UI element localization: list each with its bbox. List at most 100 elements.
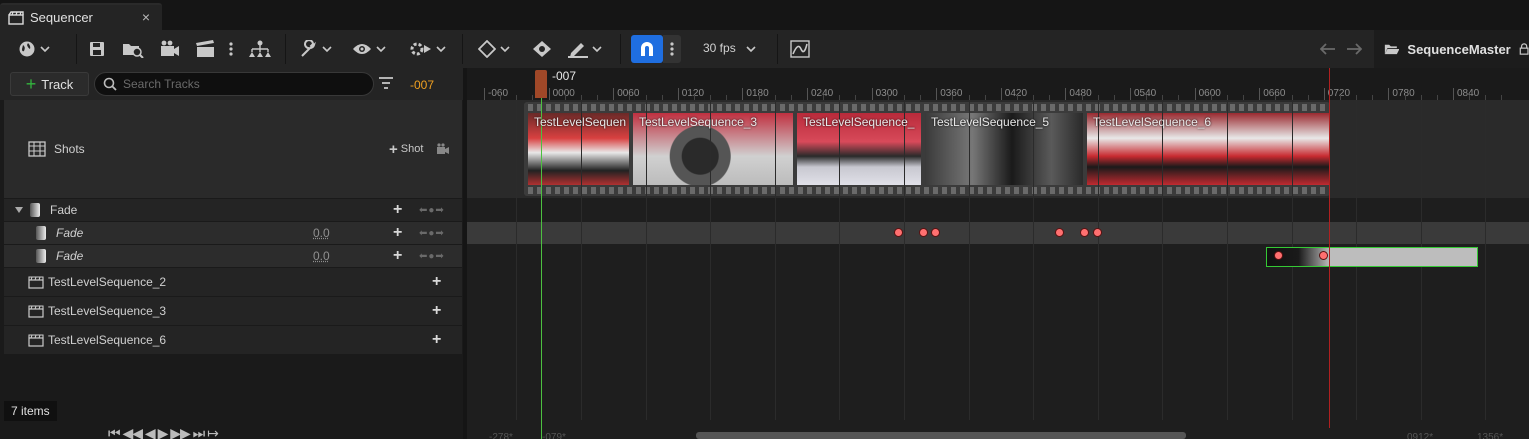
time-ruler[interactable]: -060 0000 0060 0120 0180 0240 0300 0360 0420 0480… [467, 68, 1529, 100]
clapper-button[interactable] [196, 38, 216, 60]
shot-label: TestLevelSequen [534, 115, 626, 129]
track-label: Fade [56, 249, 83, 263]
view-range-label: 1356* [1477, 432, 1503, 439]
toolbar: 30 fps SequenceMaster [0, 30, 1529, 68]
shot-clip[interactable]: TestLevelSequence_5 [923, 113, 1083, 185]
search-icon [103, 77, 117, 91]
playhead-frame: -007 [552, 69, 576, 83]
keyframe-dot[interactable] [1055, 228, 1064, 237]
add-key-button[interactable]: + [393, 224, 402, 242]
ruler-tick-label: 0360 [936, 88, 962, 100]
actors-button[interactable] [248, 38, 272, 60]
fade-value[interactable]: 0.0 [313, 226, 330, 240]
keyframe-dot[interactable] [1319, 251, 1328, 260]
grid-line [1162, 100, 1163, 420]
tab-sequencer[interactable]: Sequencer × [0, 3, 162, 30]
playhead-handle[interactable] [535, 70, 547, 98]
add-button[interactable]: + [432, 302, 441, 320]
clapper-icon [28, 333, 44, 347]
keyframe-dot[interactable] [1274, 251, 1283, 260]
search-input[interactable] [123, 77, 353, 91]
tools-button[interactable] [300, 38, 332, 60]
auto-key-button[interactable] [532, 38, 552, 60]
ruler-tick-label: 0780 [1388, 88, 1414, 100]
current-frame[interactable]: -007 [410, 78, 434, 92]
track-label: Fade [50, 203, 77, 217]
close-icon[interactable]: × [142, 9, 150, 25]
playback-options-button[interactable] [408, 38, 446, 60]
key-navigation-icon[interactable]: ⬅●➡ [419, 205, 445, 216]
world-button[interactable] [18, 38, 50, 60]
key-navigation-icon[interactable]: ⬅●➡ [419, 251, 445, 262]
save-button[interactable] [88, 38, 106, 60]
expand-arrow-icon[interactable] [14, 206, 24, 214]
keyframe-dot[interactable] [1080, 228, 1089, 237]
edit-mode-button[interactable] [568, 38, 602, 60]
camera-icon[interactable] [436, 143, 450, 155]
shot-clip[interactable]: TestLevelSequence_ [795, 113, 921, 185]
track-row-sequence[interactable]: TestLevelSequence_3 + [4, 297, 462, 325]
grid-line [775, 100, 776, 420]
keyframe-dot[interactable] [931, 228, 940, 237]
keyframe-dot[interactable] [1093, 228, 1102, 237]
view-range-label: 0912* [1407, 432, 1433, 439]
curve-editor-button[interactable] [790, 38, 810, 60]
folder-open-icon [1384, 42, 1399, 56]
shot-clip[interactable]: TestLevelSequence_3 [631, 113, 793, 185]
sequence-breadcrumb[interactable]: SequenceMaster [1374, 30, 1529, 68]
grid-line [1485, 100, 1486, 420]
track-row-shots[interactable]: Shots + Shot [4, 100, 462, 198]
fade-lane[interactable] [467, 199, 1529, 221]
add-shot-button[interactable]: + Shot [389, 141, 423, 158]
more-options-button[interactable] [228, 38, 234, 60]
track-row-fade-sub[interactable]: Fade 0.0 + ⬅●➡ [4, 245, 462, 267]
folder-search-icon [122, 40, 144, 58]
search-box[interactable] [94, 72, 374, 96]
key-navigation-icon[interactable]: ⬅●➡ [419, 228, 445, 239]
shots-lane[interactable]: TestLevelSequen TestLevelSequence_3 Test… [467, 100, 1529, 198]
track-row-fade[interactable]: Fade + ⬅●➡ [4, 199, 462, 221]
ruler-tick-label: 0240 [807, 88, 833, 100]
shot-clip[interactable]: TestLevelSequence_6 [1085, 113, 1330, 185]
fps-dropdown-arrow[interactable] [746, 38, 756, 60]
add-button[interactable]: + [432, 331, 441, 349]
lock-icon[interactable] [1519, 42, 1529, 56]
fade-value[interactable]: 0.0 [313, 249, 330, 263]
track-row-fade-sub[interactable]: Fade 0.0 + ⬅●➡ [4, 222, 462, 244]
keyframe-dot[interactable] [919, 228, 928, 237]
divider [462, 34, 463, 64]
fade-track-icon [36, 249, 46, 263]
hierarchy-icon [248, 40, 272, 58]
view-options-button[interactable] [352, 38, 386, 60]
add-key-button[interactable]: + [393, 247, 402, 265]
ruler-tick-label: -060 [484, 88, 508, 100]
add-key-button[interactable]: + [393, 201, 402, 219]
add-track-button[interactable]: + Track [10, 72, 89, 96]
add-button[interactable]: + [432, 273, 441, 291]
fade-sub-lane[interactable] [467, 222, 1529, 244]
track-label: Fade [56, 226, 83, 240]
track-row-sequence[interactable]: TestLevelSequence_6 + [4, 326, 462, 354]
keyframe-button[interactable] [478, 38, 510, 60]
filter-icon[interactable] [378, 77, 394, 91]
playback-end-marker[interactable] [1329, 68, 1330, 428]
render-movie-button[interactable] [160, 38, 180, 60]
ruler-tick-label: 0660 [1259, 88, 1285, 100]
keyframe-dot[interactable] [894, 228, 903, 237]
sequencer-icon [8, 11, 24, 25]
snap-options-button[interactable] [663, 35, 681, 63]
track-label: Shots [54, 142, 85, 156]
transport-controls[interactable]: ⏮ ◀◀ ◀ ▶ ▶▶ ⏭ ↦ [108, 425, 218, 439]
track-row-sequence[interactable]: TestLevelSequence_2 + [4, 268, 462, 296]
fps-dropdown[interactable]: 30 fps [703, 41, 736, 55]
back-button[interactable] [1320, 38, 1336, 60]
timeline-panel[interactable]: -060 0000 0060 0120 0180 0240 0300 0360 0420 0480… [467, 68, 1529, 439]
shot-label: TestLevelSequence_6 [1093, 115, 1211, 129]
ruler-tick-label: 0000 [549, 88, 575, 100]
fade-section[interactable] [1266, 247, 1478, 267]
browse-button[interactable] [122, 38, 144, 60]
forward-button[interactable] [1346, 38, 1362, 60]
ruler-tick-label: 0060 [613, 88, 639, 100]
snap-toggle-button[interactable] [631, 35, 663, 63]
horizontal-scrollbar[interactable] [696, 432, 1186, 439]
